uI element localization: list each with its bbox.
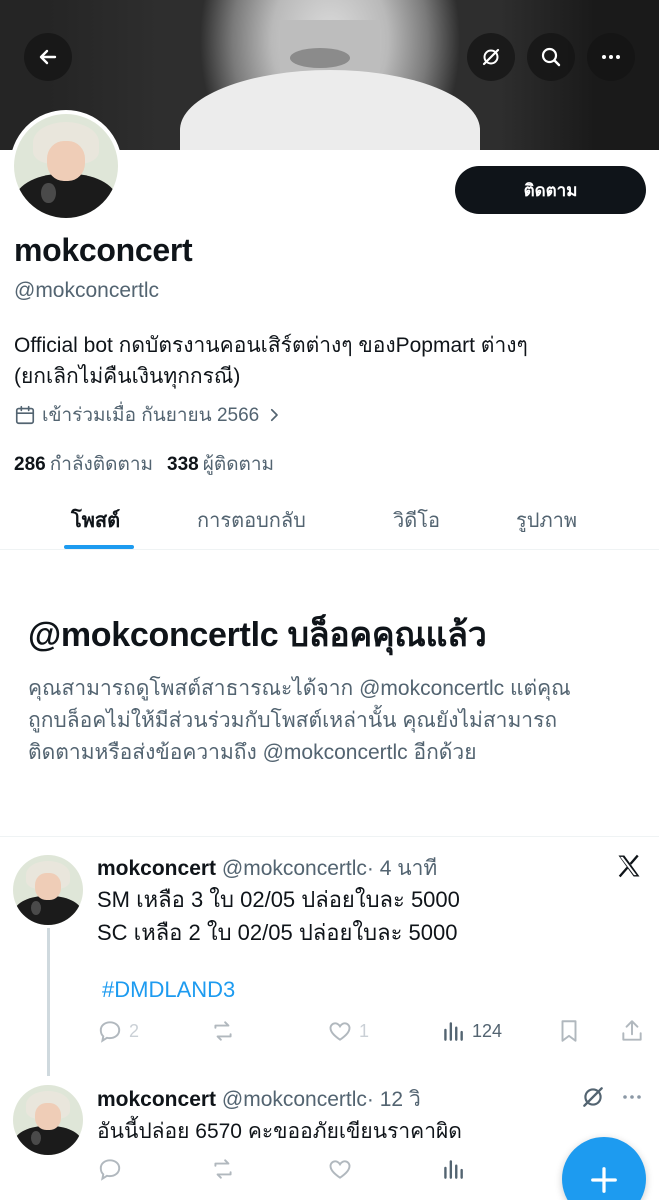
- followers-count: 338: [167, 454, 199, 475]
- blocked-line: คุณสามารถดูโพสต์สาธารณะได้จาก @mokconcer…: [28, 677, 571, 700]
- section-divider: [0, 836, 659, 837]
- like-button[interactable]: [327, 1156, 353, 1182]
- bookmark-icon: [561, 1020, 577, 1042]
- profile-avatar[interactable]: [10, 110, 122, 222]
- profile-handle: @mokconcertlc: [14, 279, 160, 302]
- repost-icon: [214, 1021, 232, 1041]
- active-tab-indicator: [64, 545, 134, 549]
- post-author-name[interactable]: mokconcert: [97, 857, 216, 880]
- post-author-name[interactable]: mokconcert: [97, 1088, 216, 1111]
- heart-icon: [329, 1022, 351, 1041]
- repost-button[interactable]: [210, 1018, 236, 1044]
- post-line: อันนี้ปล่อย 6570 คะขออภัยเขียนราคาผิด: [97, 1120, 462, 1143]
- views-count: 124: [472, 1020, 503, 1041]
- views-button[interactable]: 124: [440, 1018, 502, 1044]
- like-button[interactable]: 1: [327, 1018, 369, 1044]
- post-text: อันนี้ปล่อย 6570 คะขออภัยเขียนราคาผิด: [97, 1115, 462, 1148]
- post-time: · 12 วิ: [366, 1088, 421, 1111]
- bio-line: (ยกเลิกไม่คืนเงินทุกกรณี): [14, 365, 241, 388]
- blocked-title: @mokconcertlc บล็อคคุณแล้ว: [28, 616, 487, 654]
- reply-icon: [99, 1021, 121, 1043]
- thread-line: [47, 928, 50, 1076]
- x-logo-icon: [618, 854, 640, 878]
- follow-button[interactable]: ติดตาม: [455, 166, 646, 214]
- post-header: mokconcert @mokconcertlc· 12 วิ: [97, 1083, 421, 1116]
- share-icon: [622, 1020, 642, 1041]
- following-count: 286: [14, 454, 46, 475]
- views-button[interactable]: [440, 1156, 466, 1182]
- more-icon: [602, 55, 620, 59]
- followers-link[interactable]: 338 ผู้ติดตาม: [167, 449, 274, 479]
- following-label: กำลังติดตาม: [49, 454, 154, 475]
- grok-icon: [482, 48, 500, 66]
- joined-date[interactable]: เข้าร่วมเมื่อ กันยายน 2566: [14, 400, 283, 430]
- blocked-description: คุณสามารถดูโพสต์สาธารณะได้จาก @mokconcer…: [28, 673, 638, 769]
- tab-replies[interactable]: การตอบกลับ: [197, 504, 306, 536]
- share-button[interactable]: [619, 1018, 645, 1044]
- heart-icon: [329, 1160, 351, 1179]
- blocked-line: ถูกบล็อคไม่ให้มีส่วนร่วมกับโพสต์เหล่านั้…: [28, 709, 558, 732]
- compose-post-button[interactable]: [562, 1137, 646, 1200]
- display-name: mokconcert: [14, 232, 193, 268]
- post-line: SC เหลือ 2 ใบ 02/05 ปล่อยใบละ 5000: [97, 920, 458, 945]
- views-icon: [444, 1022, 463, 1041]
- post-actions: 2 1 124: [97, 1018, 647, 1048]
- post-author-handle[interactable]: @mokconcertlc: [222, 1088, 367, 1111]
- post-hashtag[interactable]: #DMDLAND3: [102, 977, 235, 1003]
- post-author-handle[interactable]: @mokconcertlc: [222, 857, 367, 880]
- arrow-left-icon: [39, 49, 57, 65]
- post-line: SM เหลือ 3 ใบ 02/05 ปล่อยใบละ 5000: [97, 887, 460, 912]
- profile-stats: 286 กำลังติดตาม 338 ผู้ติดตาม: [14, 449, 274, 479]
- search-button[interactable]: [527, 33, 575, 81]
- bio-line: Official bot กดบัตรงานคอนเสิร์ตต่างๆ ของ…: [14, 334, 528, 357]
- profile-tabs: โพสต์ การตอบกลับ วิดีโอ รูปภาพ: [0, 488, 659, 550]
- post-header: mokconcert @mokconcertlc· 4 นาที: [97, 852, 437, 885]
- chevron-right-icon: [271, 408, 279, 422]
- grok-button[interactable]: [467, 33, 515, 81]
- like-count: 1: [359, 1020, 370, 1041]
- plus-icon: [591, 1167, 617, 1193]
- repost-icon: [214, 1159, 232, 1179]
- blocked-line: ติดตามหรือส่งข้อความถึง @mokconcertlc อี…: [28, 741, 477, 764]
- followers-label: ผู้ติดตาม: [202, 454, 275, 475]
- back-button[interactable]: [24, 33, 72, 81]
- post-time: · 4 นาที: [366, 857, 438, 880]
- post-avatar[interactable]: [13, 855, 83, 925]
- reply-count: 2: [129, 1020, 140, 1041]
- views-icon: [444, 1160, 463, 1179]
- tab-posts[interactable]: โพสต์: [71, 504, 120, 536]
- more-button[interactable]: [587, 33, 635, 81]
- tab-photos[interactable]: รูปภาพ: [516, 504, 577, 536]
- calendar-icon: [15, 405, 35, 425]
- profile-bio: Official bot กดบัตรงานคอนเสิร์ตต่างๆ ของ…: [14, 330, 644, 392]
- search-icon: [541, 47, 561, 67]
- following-link[interactable]: 286 กำลังติดตาม: [14, 449, 153, 479]
- reply-button[interactable]: [97, 1156, 123, 1182]
- post-text: SM เหลือ 3 ใบ 02/05 ปล่อยใบละ 5000 SC เห…: [97, 883, 460, 949]
- repost-button[interactable]: [210, 1156, 236, 1182]
- joined-label: เข้าร่วมเมื่อ กันยายน 2566: [42, 405, 260, 426]
- reply-button[interactable]: 2: [97, 1018, 139, 1044]
- reply-icon: [99, 1159, 121, 1181]
- grok-icon[interactable]: [580, 1084, 606, 1110]
- more-icon[interactable]: [620, 1085, 644, 1109]
- post-avatar[interactable]: [13, 1085, 83, 1155]
- tab-videos[interactable]: วิดีโอ: [393, 504, 440, 536]
- bookmark-button[interactable]: [556, 1018, 582, 1044]
